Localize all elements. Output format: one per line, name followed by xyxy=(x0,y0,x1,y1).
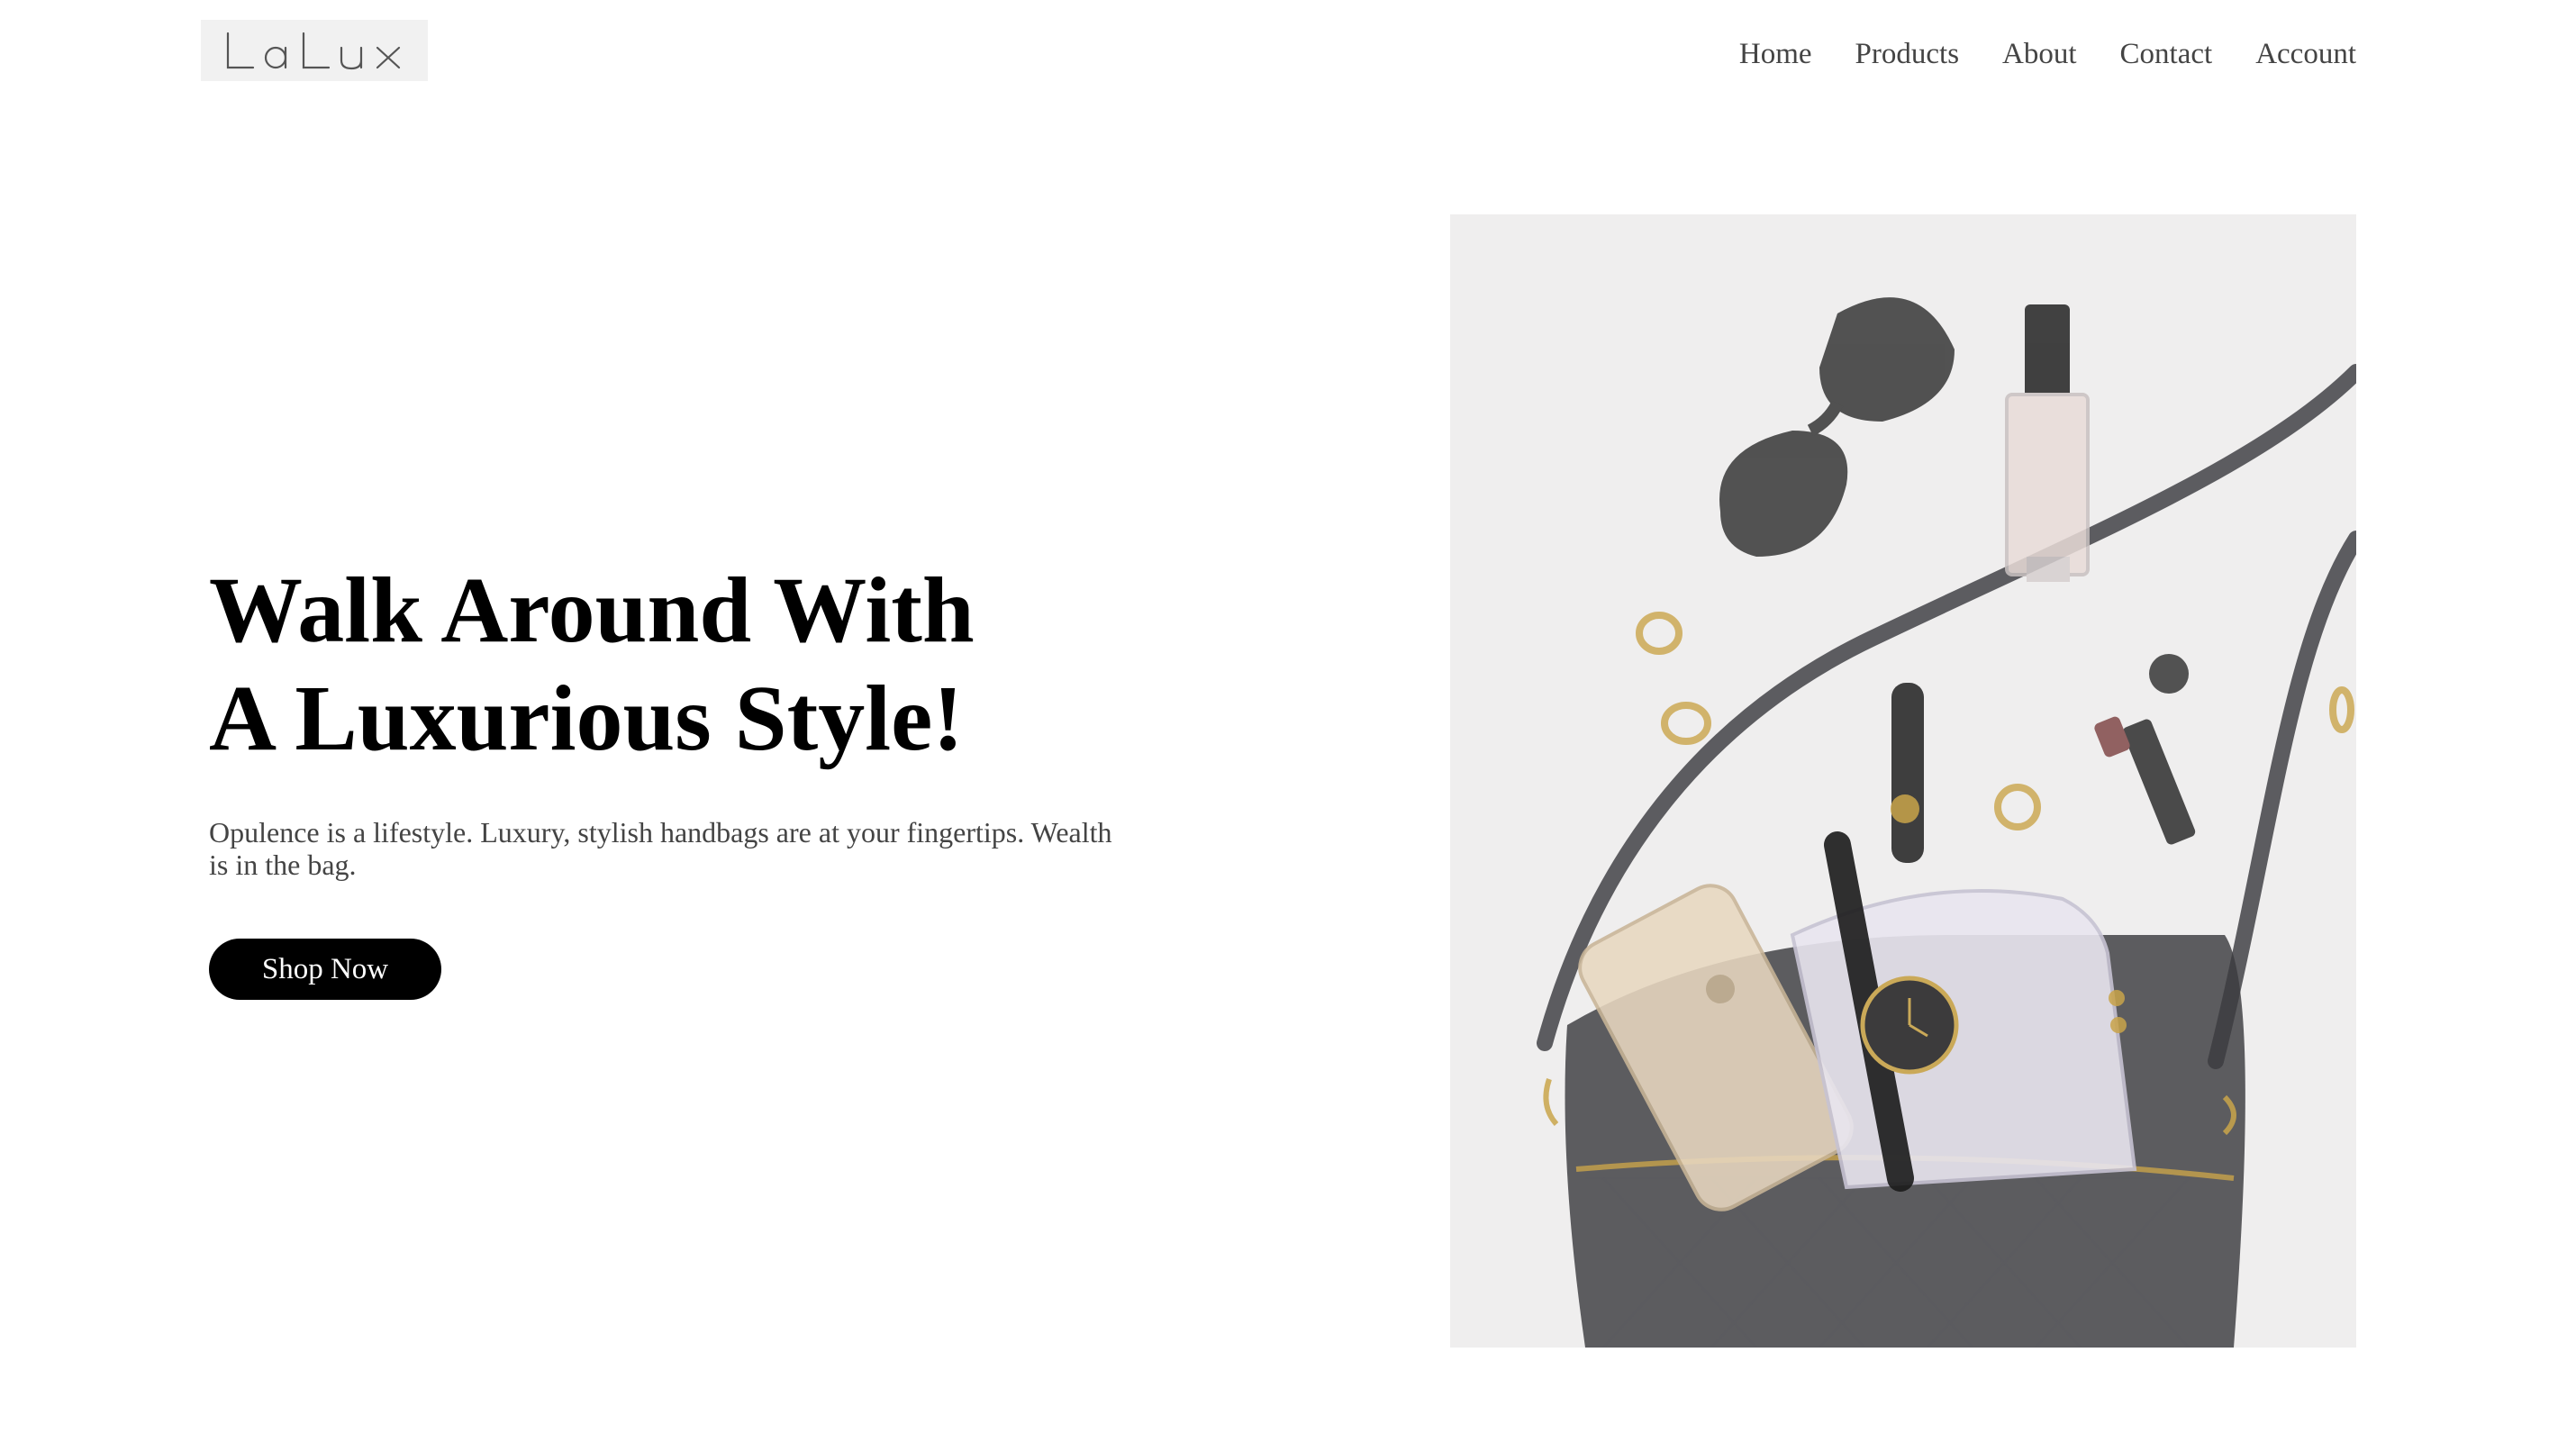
nav-account-link[interactable]: Account xyxy=(2255,32,2356,76)
brand-logo[interactable] xyxy=(201,20,428,81)
hero-title-line-2: A Luxurious Style! xyxy=(209,667,964,770)
hero-title: Walk Around With A Luxurious Style! xyxy=(209,557,975,773)
shop-now-button[interactable]: Shop Now xyxy=(209,939,441,1000)
nav-home-link[interactable]: Home xyxy=(1739,32,1812,76)
main-nav: Home Products About Contact Account xyxy=(1739,32,2356,76)
hero-description: Opulence is a lifestyle. Luxury, stylish… xyxy=(209,816,1112,881)
hero-product-image xyxy=(1450,214,2356,1348)
handbag-accessories-illustration xyxy=(1450,214,2356,1348)
nav-about-link[interactable]: About xyxy=(2002,32,2077,76)
nav-products-link[interactable]: Products xyxy=(1855,32,1960,76)
hero-title-line-1: Walk Around With xyxy=(209,558,975,662)
logo-wordmark xyxy=(226,32,401,70)
landing-page: Home Products About Contact Account Walk… xyxy=(0,0,2576,1434)
nav-contact-link[interactable]: Contact xyxy=(2120,32,2213,76)
